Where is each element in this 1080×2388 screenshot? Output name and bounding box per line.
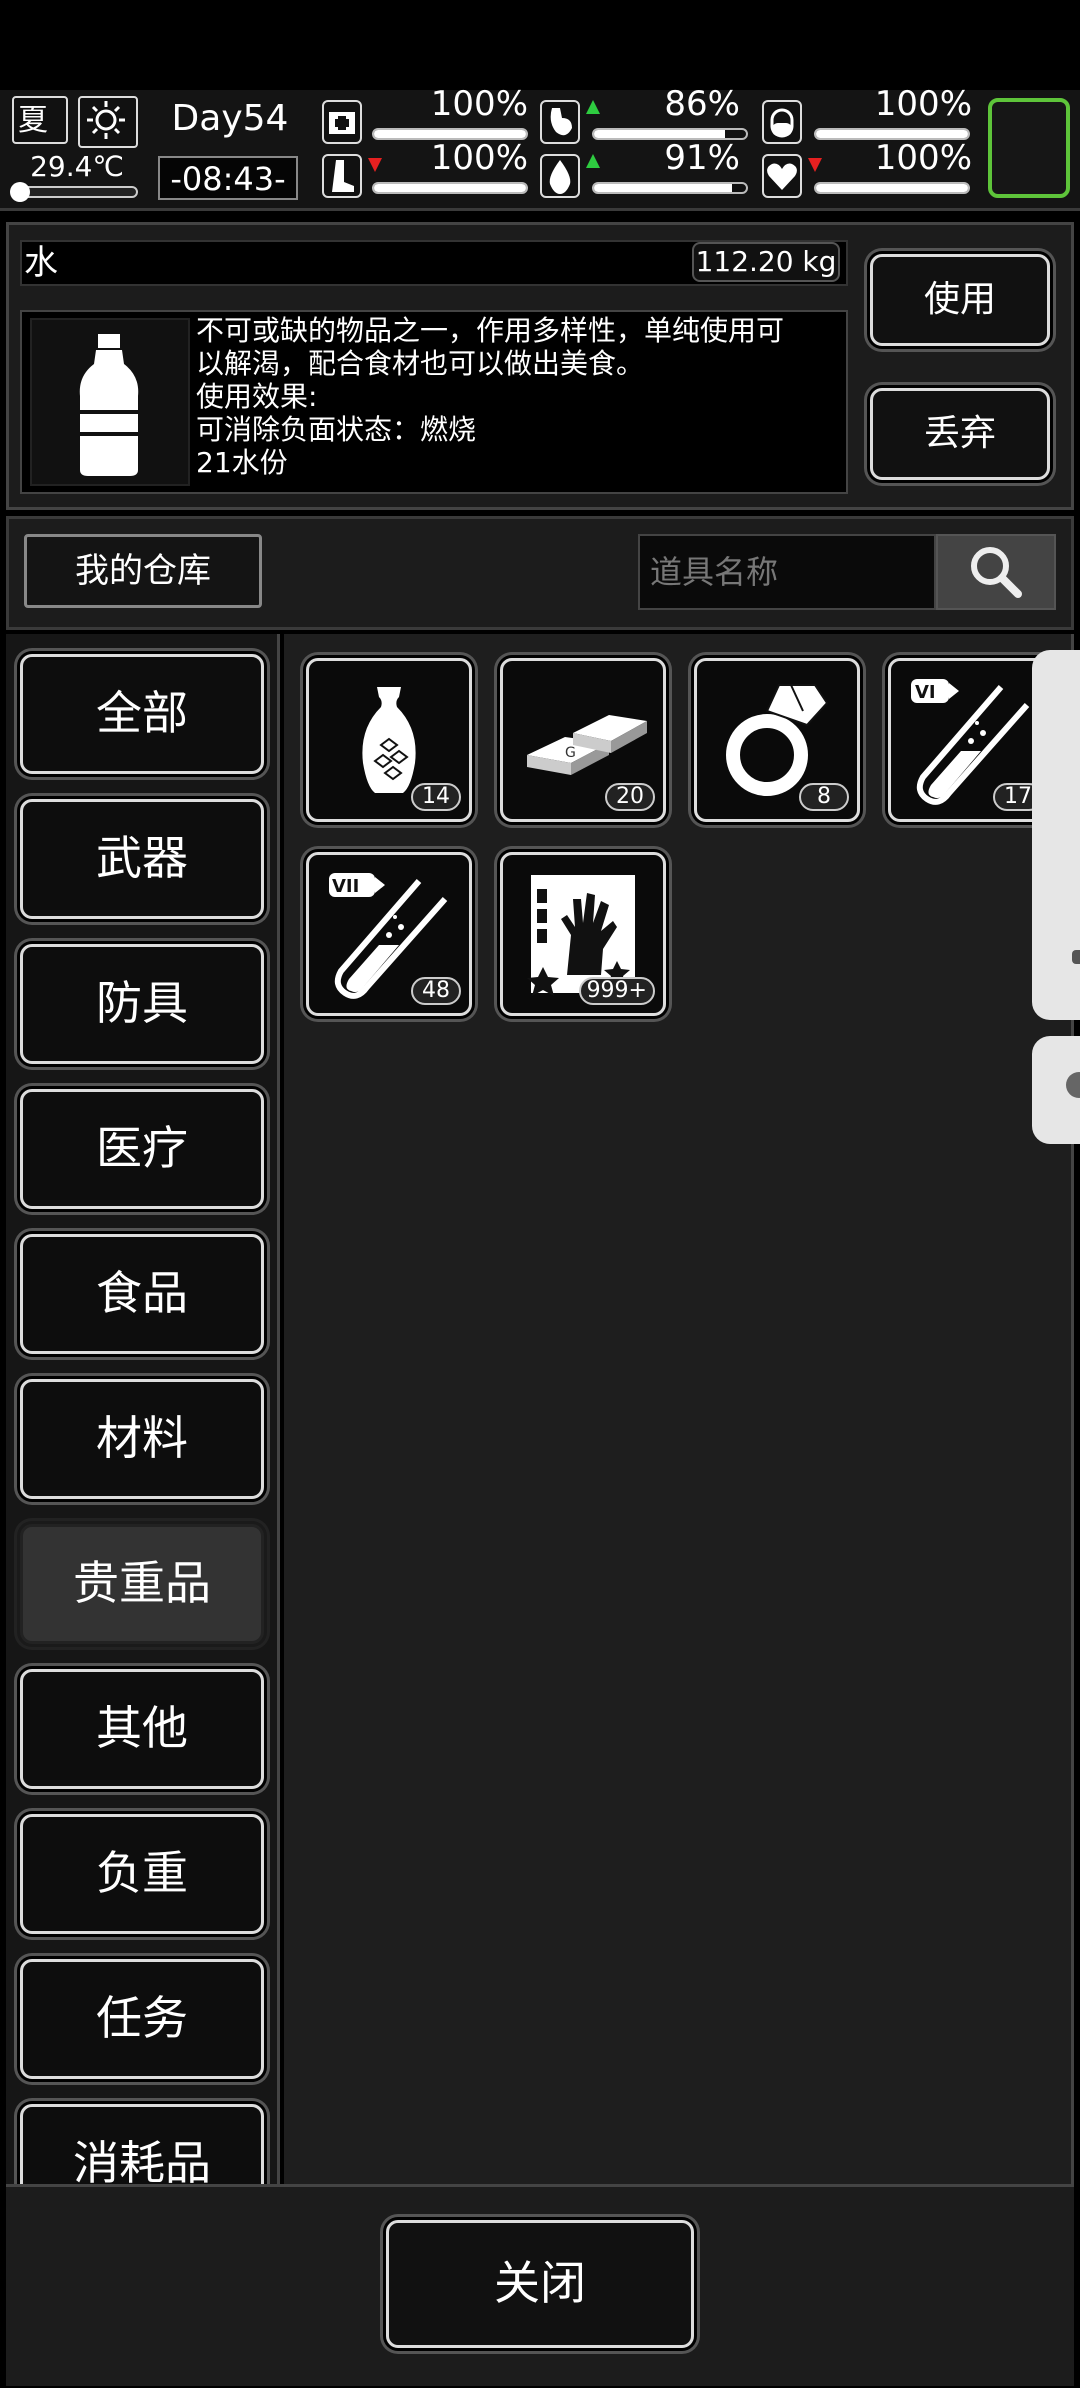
item-name: 水 (24, 243, 58, 283)
pill-icon (762, 100, 802, 144)
stomach-icon (540, 100, 580, 144)
leg-percent: 100% (430, 138, 528, 178)
tube-tag: VII (332, 876, 359, 897)
water-drop-icon (540, 154, 580, 198)
heart-icon (762, 154, 802, 198)
item-slot-ring[interactable]: 8 (694, 658, 860, 822)
category-food[interactable]: 食品 (20, 1234, 264, 1354)
use-button[interactable]: 使用 (870, 254, 1050, 346)
item-slot-test-tube-vi[interactable]: VI 17 (888, 658, 1054, 822)
category-valuables[interactable]: 贵重品 (20, 1524, 264, 1644)
drop-button[interactable]: 丢弃 (870, 388, 1050, 480)
item-description: 不可或缺的物品之一，作用多样性，单纯使用可 以解渴，配合食材也可以做出美食。 使… (196, 314, 840, 479)
thirst-bar (592, 182, 748, 194)
category-armor[interactable]: 防具 (20, 944, 264, 1064)
tube-tag: VI (915, 682, 936, 703)
water-bottle-icon (30, 318, 190, 486)
item-count: 48 (411, 977, 461, 1005)
game-clock: -08:43- (158, 156, 298, 200)
mood-bar (814, 182, 970, 194)
search-icon[interactable] (936, 534, 1056, 610)
item-count: 20 (605, 783, 655, 811)
warehouse-title: 我的仓库 (24, 534, 262, 608)
description-line: 使用效果: (196, 380, 318, 413)
side-drawer-handle[interactable] (1032, 650, 1080, 1020)
search-input[interactable] (638, 534, 936, 610)
description-line: 不可或缺的物品之一，作用多样性，单纯使用可 (196, 314, 785, 347)
description-line: 可消除负面状态：燃烧 (196, 413, 477, 446)
thirst-percent: 91% (664, 138, 740, 178)
stamina-percent: 100% (874, 84, 972, 124)
mood-percent: 100% (874, 138, 972, 178)
day-counter: Day54 (171, 98, 289, 139)
medkit-icon (322, 100, 362, 144)
item-weight: 112.20 kg (692, 242, 840, 282)
thermometer-icon (10, 182, 138, 202)
description-line: 21水份 (196, 446, 288, 479)
category-materials[interactable]: 材料 (20, 1379, 264, 1499)
item-grid: 14 G 20 8 VI 17 VII 48 999+ (284, 634, 1074, 2184)
item-slot-vase[interactable]: 14 (306, 658, 472, 822)
category-all[interactable]: 全部 (20, 654, 264, 774)
mood-down-arrow-icon (808, 158, 822, 172)
item-slot-zombie-hand-card[interactable]: 999+ (500, 852, 666, 1016)
item-count: 999+ (578, 977, 655, 1005)
health-percent: 100% (430, 84, 528, 124)
description-line: 以解渴，配合食材也可以做出美食。 (196, 347, 645, 380)
sun-icon (78, 96, 138, 148)
category-other[interactable]: 其他 (20, 1669, 264, 1789)
svg-text:G: G (565, 745, 576, 761)
leg-bar (372, 182, 528, 194)
category-weapons[interactable]: 武器 (20, 799, 264, 919)
temperature-readout: 29.4℃ (30, 150, 124, 183)
equipped-slot[interactable] (988, 98, 1070, 198)
leg-down-arrow-icon (368, 158, 382, 172)
category-load[interactable]: 负重 (20, 1814, 264, 1934)
hunger-percent: 86% (664, 84, 740, 124)
category-sidebar: 全部 武器 防具 医疗 食品 材料 贵重品 其他 负重 任务 消耗品 (6, 634, 280, 2184)
item-slot-gold-bars[interactable]: G 20 (500, 658, 666, 822)
category-quest[interactable]: 任务 (20, 1959, 264, 2079)
category-consumables[interactable]: 消耗品 (20, 2104, 264, 2184)
item-count: 14 (411, 783, 461, 811)
season-indicator: 夏 (12, 96, 68, 144)
category-medical[interactable]: 医疗 (20, 1089, 264, 1209)
thirst-up-arrow-icon (586, 154, 600, 168)
gear-icon[interactable] (1032, 1036, 1080, 1144)
close-button[interactable]: 关闭 (386, 2220, 694, 2348)
leg-icon (322, 154, 362, 198)
item-slot-test-tube-vii[interactable]: VII 48 (306, 852, 472, 1016)
item-count: 8 (799, 783, 849, 811)
hunger-up-arrow-icon (586, 100, 600, 114)
